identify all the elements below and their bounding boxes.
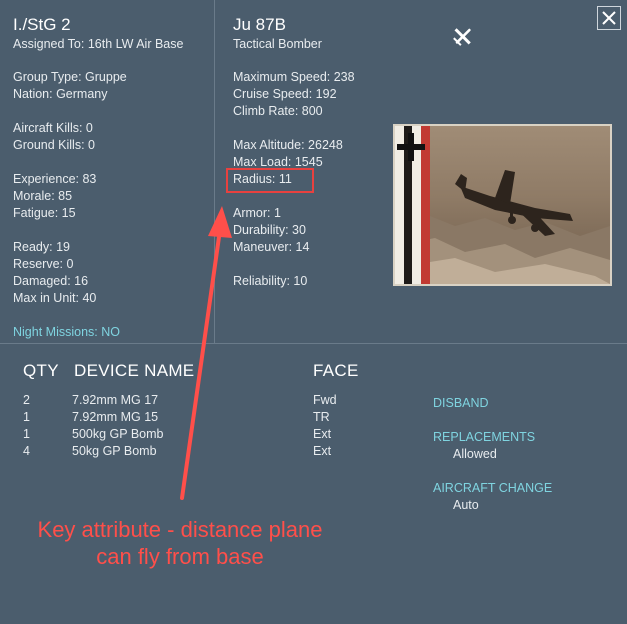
annotation-arrow-head: [208, 206, 232, 238]
annotation-arrow-shaft: [180, 228, 222, 500]
annotation-text: Key attribute - distance plane can fly f…: [37, 517, 323, 569]
